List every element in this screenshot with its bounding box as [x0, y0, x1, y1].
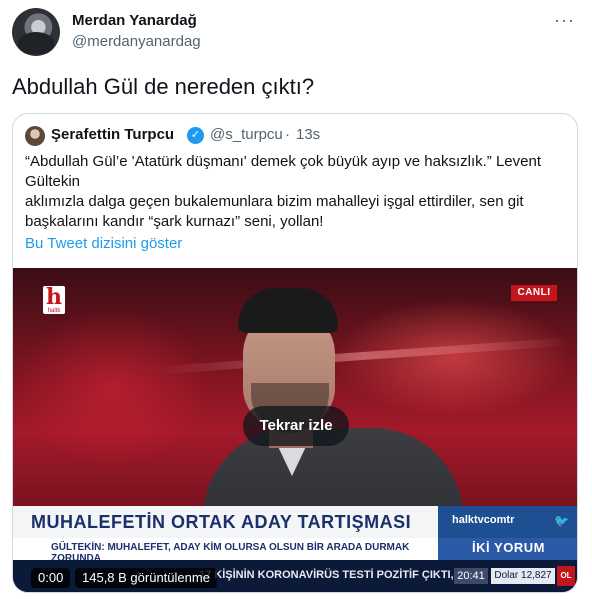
- quote-author-avatar[interactable]: [25, 126, 45, 146]
- studio-light: [13, 308, 213, 468]
- program-name-box: İKİ YORUM: [438, 538, 577, 560]
- quote-text-line: aklımızla dalga geçen bukalemunlara bizi…: [25, 193, 524, 210]
- verified-badge-icon: ✓: [187, 127, 204, 144]
- ticker-dollar-rate: Dolar 12,827: [491, 568, 555, 584]
- quote-text: “Abdullah Gül’e 'Atatürk düşmanı' demek …: [25, 152, 555, 232]
- twitter-bird-icon: 🐦: [554, 514, 569, 528]
- quote-text-line: başkalarını kandır “şark kurnazı” seni, …: [25, 213, 324, 230]
- author-name[interactable]: Merdan Yanardağ: [72, 12, 197, 29]
- view-count: 145,8 B görüntülenme: [75, 568, 217, 588]
- tweet: Merdan Yanardağ @merdanyanardag ··· Abdu…: [0, 0, 592, 599]
- live-badge: CANLI: [511, 285, 557, 301]
- quoted-tweet[interactable]: Şerafettin Turpcu ✓ @s_turpcu · 13s “Abd…: [12, 113, 578, 593]
- quote-timestamp[interactable]: 13s: [296, 126, 320, 143]
- ticker-text: 17 KİŞİNİN KORONAVİRÜS TESTİ POZİTİF ÇIK…: [199, 569, 454, 581]
- lower-third-subline-bar: GÜLTEKİN: MUHALEFET, ADAY KİM OLURSA OLS…: [13, 538, 438, 564]
- ticker-badge: OL: [557, 566, 575, 586]
- ticker-clock: 20:41: [454, 568, 488, 584]
- author-avatar[interactable]: [12, 8, 60, 56]
- news-headline: MUHALEFETİN ORTAK ADAY TARTIŞMASI: [31, 512, 412, 532]
- channel-site: halktvcomtr: [452, 514, 515, 526]
- quote-author-handle[interactable]: @s_turpcu: [210, 126, 283, 143]
- video-time: 0:00: [31, 568, 71, 588]
- lower-third-headline-bar: MUHALEFETİN ORTAK ADAY TARTIŞMASI: [13, 506, 438, 538]
- replay-button[interactable]: Tekrar izle: [243, 406, 349, 446]
- separator-dot: ·: [285, 126, 290, 143]
- video-player[interactable]: h haltk CANLI MUHALEFETİN ORTAK ADAY TAR…: [13, 268, 577, 592]
- quote-text-line: Gültekin: [25, 173, 81, 190]
- quote-author-name[interactable]: Şerafettin Turpcu: [51, 126, 174, 143]
- author-handle[interactable]: @merdanyanardag: [72, 33, 201, 50]
- program-name: İKİ YORUM: [472, 540, 545, 555]
- more-options-button[interactable]: ···: [554, 10, 575, 32]
- more-horizontal-icon: ···: [554, 10, 575, 30]
- channel-site-box: halktvcomtr 🐦: [438, 506, 577, 538]
- show-thread-link[interactable]: Bu Tweet dizisini göster: [25, 235, 182, 252]
- tweet-text: Abdullah Gül de nereden çıktı?: [12, 74, 315, 99]
- channel-logo: h haltk: [43, 286, 65, 314]
- quote-text-line: “Abdullah Gül’e 'Atatürk düşmanı' demek …: [25, 153, 541, 170]
